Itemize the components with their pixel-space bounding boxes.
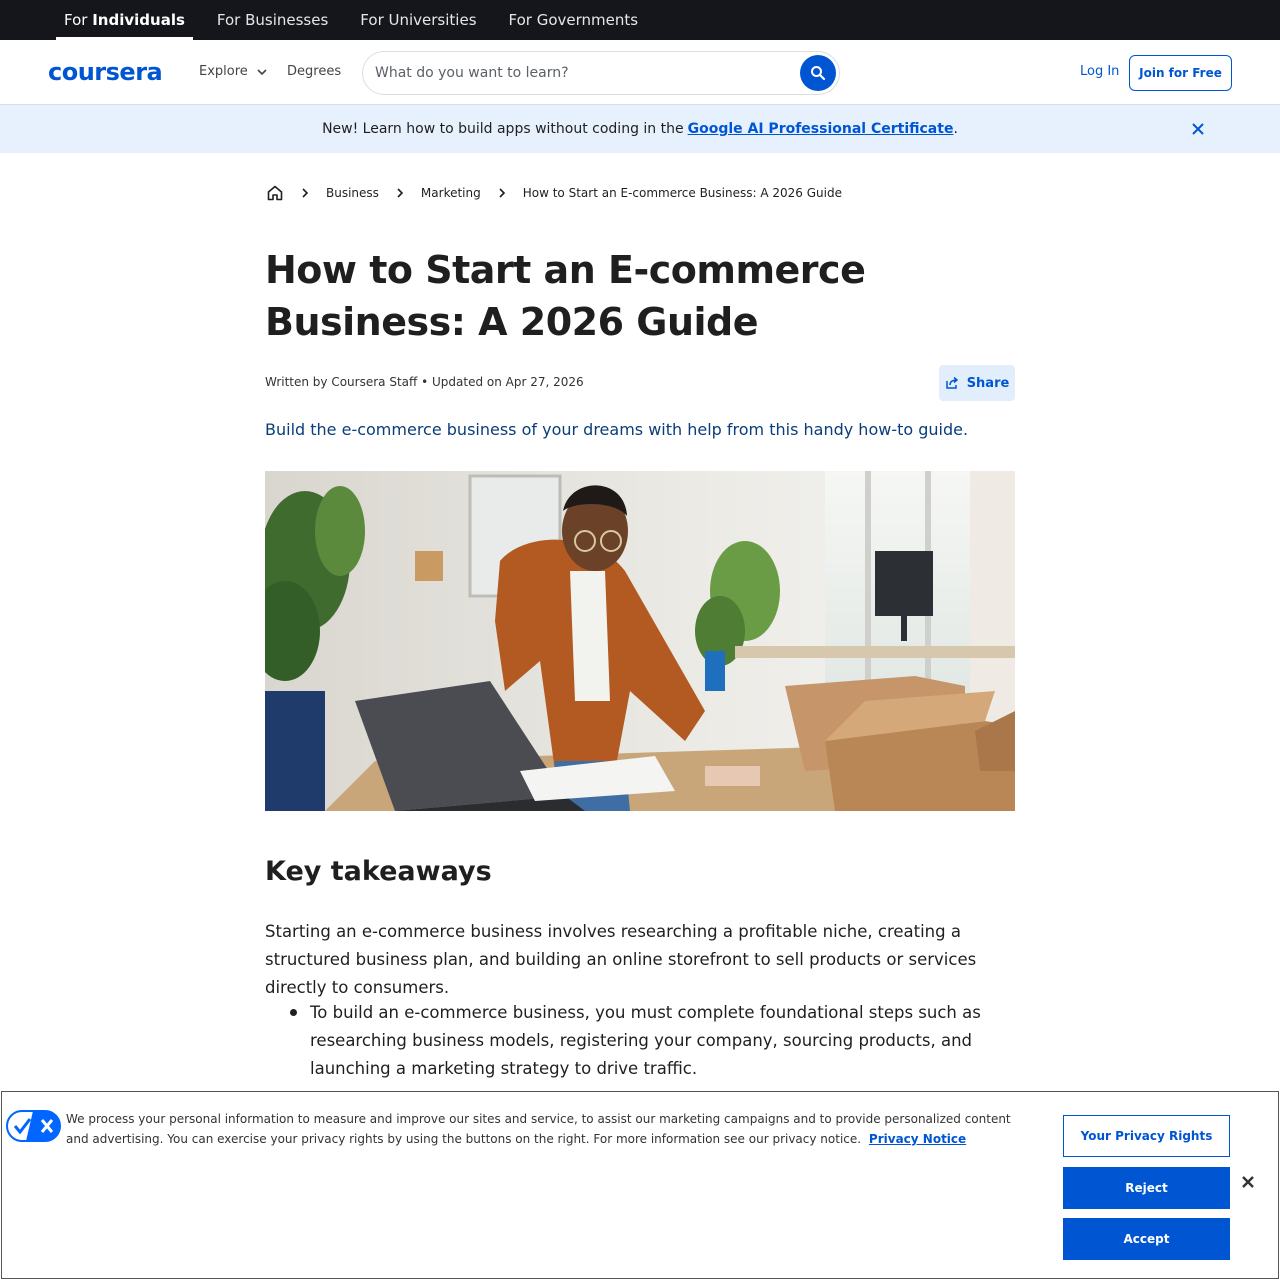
announcement-text: New! Learn how to build apps without cod… [322,121,684,137]
takeaways-list: To build an e-commerce business, you mus… [265,999,1015,1083]
share-label: Share [966,375,1010,391]
share-icon [945,376,958,389]
tab-bold-label: Individuals [92,11,185,29]
section-heading-key-takeaways: Key takeaways [265,856,492,887]
share-button[interactable]: Share [939,365,1015,401]
announcement-suffix: . [953,121,958,137]
privacy-notice-link[interactable]: Privacy Notice [869,1132,966,1146]
home-icon[interactable] [266,184,284,202]
close-icon[interactable] [1241,1175,1255,1189]
explore-label: Explore [199,64,248,79]
chevron-right-icon [397,188,404,198]
audience-bar: For Individuals For Businesses For Unive… [0,0,1280,40]
list-item: To build an e-commerce business, you mus… [265,999,1015,1083]
degrees-link[interactable]: Degrees [287,64,341,79]
breadcrumb: Business Marketing How to Start an E-com… [266,184,842,202]
chevron-right-icon [499,188,505,198]
tab-for-governments[interactable]: For Governments [501,0,647,40]
tab-for-individuals[interactable]: For Individuals [56,0,193,40]
privacy-rights-button[interactable]: Your Privacy Rights [1063,1115,1230,1157]
reject-button[interactable]: Reject [1063,1167,1230,1209]
explore-menu-button[interactable]: Explore [199,64,268,79]
announcement-link[interactable]: Google AI Professional Certificate [688,121,954,137]
chevron-down-icon [257,68,267,75]
search-button[interactable] [800,55,836,91]
hero-image [265,471,1015,811]
tab-for-universities[interactable]: For Universities [352,0,484,40]
accept-button[interactable]: Accept [1063,1218,1230,1260]
close-icon[interactable] [1190,121,1206,137]
coursera-logo[interactable]: coursera [48,58,163,86]
tab-for-businesses[interactable]: For Businesses [209,0,336,40]
search-input[interactable] [375,65,795,81]
login-link[interactable]: Log In [1080,64,1119,79]
chevron-right-icon [302,188,309,198]
breadcrumb-current-page: How to Start an E-commerce Business: A 2… [522,186,842,200]
tab-prefix: For [64,11,93,29]
search-bar [362,51,840,95]
cookie-message: We process your personal information to … [66,1109,1036,1149]
privacy-choices-icon[interactable] [6,1110,61,1142]
intro-paragraph: Starting an e-commerce business involves… [265,922,977,997]
article-byline: Written by Coursera Staff • Updated on A… [265,375,584,389]
article-subtitle: Build the e-commerce business of your dr… [265,420,969,439]
hero-illustration [265,471,1015,811]
breadcrumb-business[interactable]: Business [326,186,379,200]
cookie-consent-banner: We process your personal information to … [1,1091,1279,1279]
site-header: coursera Explore Degrees Log In Join for… [0,40,1280,105]
announcement-banner: New! Learn how to build apps without cod… [0,105,1280,153]
join-for-free-button[interactable]: Join for Free [1129,55,1232,91]
search-icon [811,66,826,81]
breadcrumb-marketing[interactable]: Marketing [421,186,481,200]
page-title: How to Start an E-commerce Business: A 2… [265,248,866,344]
